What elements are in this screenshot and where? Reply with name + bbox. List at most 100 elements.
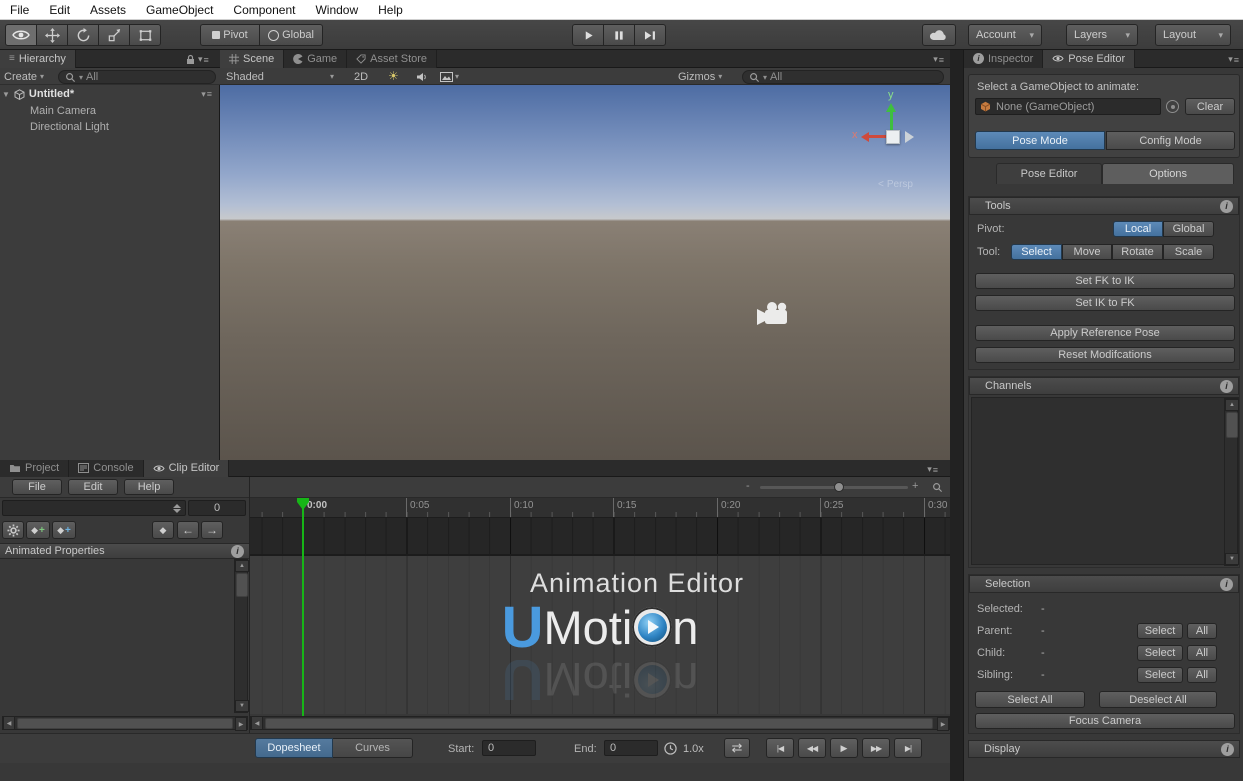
pivot-global-button[interactable]: Global (1163, 221, 1214, 237)
scroll-up-button[interactable]: ▲ (1225, 399, 1239, 411)
parent-all-button[interactable]: All (1187, 623, 1217, 639)
rect-tool-button[interactable] (129, 24, 161, 46)
loop-toggle-button[interactable]: ⇄ (724, 738, 750, 758)
prev-frame-button[interactable]: ◀◀ (798, 738, 826, 758)
sibling-select-button[interactable]: Select (1137, 667, 1183, 683)
scroll-down-button[interactable]: ▼ (1225, 553, 1239, 565)
tab-hierarchy[interactable]: ≡ Hierarchy (0, 50, 76, 68)
playhead-line[interactable] (302, 498, 304, 716)
dopesheet-tab[interactable]: Dopesheet (255, 738, 333, 758)
menu-assets[interactable]: Assets (80, 0, 136, 20)
axis-z-cone-icon[interactable] (905, 131, 914, 143)
properties-h-scrollbar[interactable]: ◀ ▶ (2, 716, 248, 730)
gizmo-cube[interactable] (886, 130, 900, 144)
clear-button[interactable]: Clear (1185, 98, 1235, 115)
tool-scale-button[interactable]: Scale (1163, 244, 1214, 260)
scroll-down-button[interactable]: ▼ (235, 700, 249, 712)
tool-rotate-button[interactable]: Rotate (1112, 244, 1163, 260)
panel-menu-button[interactable]: ▾ ≡ (933, 54, 944, 65)
config-mode-button[interactable]: Config Mode (1106, 131, 1235, 150)
keyframe-button[interactable]: ◆ (152, 521, 174, 539)
zoom-slider-thumb[interactable] (834, 482, 844, 492)
zoom-in-icon[interactable]: + (912, 480, 918, 492)
menu-edit[interactable]: Edit (39, 0, 80, 20)
tab-game[interactable]: Game (284, 50, 347, 68)
channels-section-header[interactable]: Channels i (969, 377, 1239, 395)
select-all-button[interactable]: Select All (975, 691, 1085, 708)
settings-button[interactable] (2, 521, 24, 539)
timeline-h-scrollbar[interactable]: ◀ ▶ (250, 716, 950, 730)
tool-select-button[interactable]: Select (1011, 244, 1062, 260)
info-icon[interactable]: i (1220, 200, 1233, 213)
tab-pose-editor-sub[interactable]: Pose Editor (996, 163, 1102, 184)
animated-properties-list[interactable] (0, 559, 249, 713)
scrollbar-thumb[interactable] (265, 718, 933, 729)
tab-pose-editor[interactable]: Pose Editor (1043, 50, 1135, 68)
axis-y-arrow-icon[interactable] (886, 103, 896, 112)
view-tool-button[interactable] (5, 24, 37, 46)
add-property-button[interactable]: ◆ + (26, 521, 50, 539)
timeline-search-button[interactable] (928, 480, 946, 495)
scroll-right-button[interactable]: ▶ (235, 717, 247, 731)
parent-select-button[interactable]: Select (1137, 623, 1183, 639)
scrollbar-thumb[interactable] (17, 718, 233, 729)
clip-menu-help[interactable]: Help (124, 479, 174, 495)
clip-select-dropdown[interactable] (2, 500, 186, 516)
scene-root-row[interactable]: ▼ Untitled* ▾ ≡ (0, 86, 220, 102)
gizmos-dropdown[interactable]: Gizmos ▾ (678, 70, 722, 83)
set-fk-to-ik-button[interactable]: Set FK to IK (975, 273, 1235, 289)
clip-menu-file[interactable]: File (12, 479, 62, 495)
display-section-header[interactable]: Display i (968, 740, 1240, 758)
dopesheet-area[interactable]: Animation Editor U Moti n U Moti n (250, 556, 950, 714)
play-animation-button[interactable]: ▶ (830, 738, 858, 758)
child-select-button[interactable]: Select (1137, 645, 1183, 661)
add-keyframe-button[interactable]: ◆ + (52, 521, 76, 539)
axis-x-arrow-icon[interactable] (861, 132, 869, 142)
scale-tool-button[interactable] (98, 24, 130, 46)
account-dropdown[interactable]: Account ▾ (968, 24, 1042, 46)
scrollbar-thumb[interactable] (1226, 412, 1238, 438)
child-all-button[interactable]: All (1187, 645, 1217, 661)
playback-speed-dropdown[interactable]: 1.0x (683, 742, 704, 756)
scroll-left-button[interactable]: ◀ (251, 716, 263, 730)
orientation-gizmo[interactable]: y x < Persp (852, 85, 962, 195)
prev-keyframe-button[interactable]: ← (177, 521, 199, 539)
tools-section-header[interactable]: Tools i (969, 197, 1239, 215)
audio-toggle-button[interactable] (416, 70, 428, 83)
create-dropdown[interactable]: Create ▾ (4, 70, 44, 83)
scroll-up-button[interactable]: ▲ (235, 560, 249, 572)
clip-menu-edit[interactable]: Edit (68, 479, 118, 495)
hierarchy-item-main-camera[interactable]: Main Camera (30, 103, 210, 119)
tab-console[interactable]: Console (69, 460, 143, 477)
effects-dropdown[interactable]: ▾ (440, 70, 459, 83)
start-field[interactable]: 0 (482, 740, 536, 756)
scrollbar-thumb[interactable] (236, 573, 248, 597)
panel-menu-button[interactable]: ▾ ≡ (927, 464, 938, 475)
panel-menu-button[interactable]: ▾ ≡ (1228, 54, 1239, 65)
deselect-all-button[interactable]: Deselect All (1099, 691, 1217, 708)
pivot-toggle-button[interactable]: Pivot (200, 24, 260, 46)
next-frame-button[interactable]: ▶▶ (862, 738, 890, 758)
rotate-tool-button[interactable] (67, 24, 99, 46)
hierarchy-item-directional-light[interactable]: Directional Light (30, 119, 210, 135)
frame-number-field[interactable]: 0 (188, 500, 246, 516)
timeline-ruler[interactable]: 0:00 0:05 0:10 0:15 0:20 0:25 0:30 (250, 498, 950, 518)
pause-button[interactable] (603, 24, 635, 46)
perspective-label[interactable]: < Persp (878, 179, 913, 190)
gameobject-object-field[interactable]: None (GameObject) (975, 98, 1161, 115)
info-icon[interactable]: i (1220, 380, 1233, 393)
menu-component[interactable]: Component (223, 0, 305, 20)
channels-list[interactable]: ▲ ▼ (971, 397, 1239, 565)
curves-tab[interactable]: Curves (333, 738, 413, 758)
hierarchy-search-input[interactable]: ▾ All (58, 70, 216, 84)
layers-dropdown[interactable]: Layers ▾ (1066, 24, 1138, 46)
pose-mode-button[interactable]: Pose Mode (975, 131, 1105, 150)
cloud-button[interactable] (922, 24, 956, 46)
set-ik-to-fk-button[interactable]: Set IK to FK (975, 295, 1235, 311)
menu-help[interactable]: Help (368, 0, 413, 20)
keyframe-strip[interactable] (250, 518, 950, 556)
tab-scene[interactable]: Scene (220, 50, 284, 68)
scene-context-menu-button[interactable]: ▾ ≡ (201, 89, 212, 100)
menu-window[interactable]: Window (305, 0, 368, 20)
info-icon[interactable]: i (1221, 743, 1234, 756)
